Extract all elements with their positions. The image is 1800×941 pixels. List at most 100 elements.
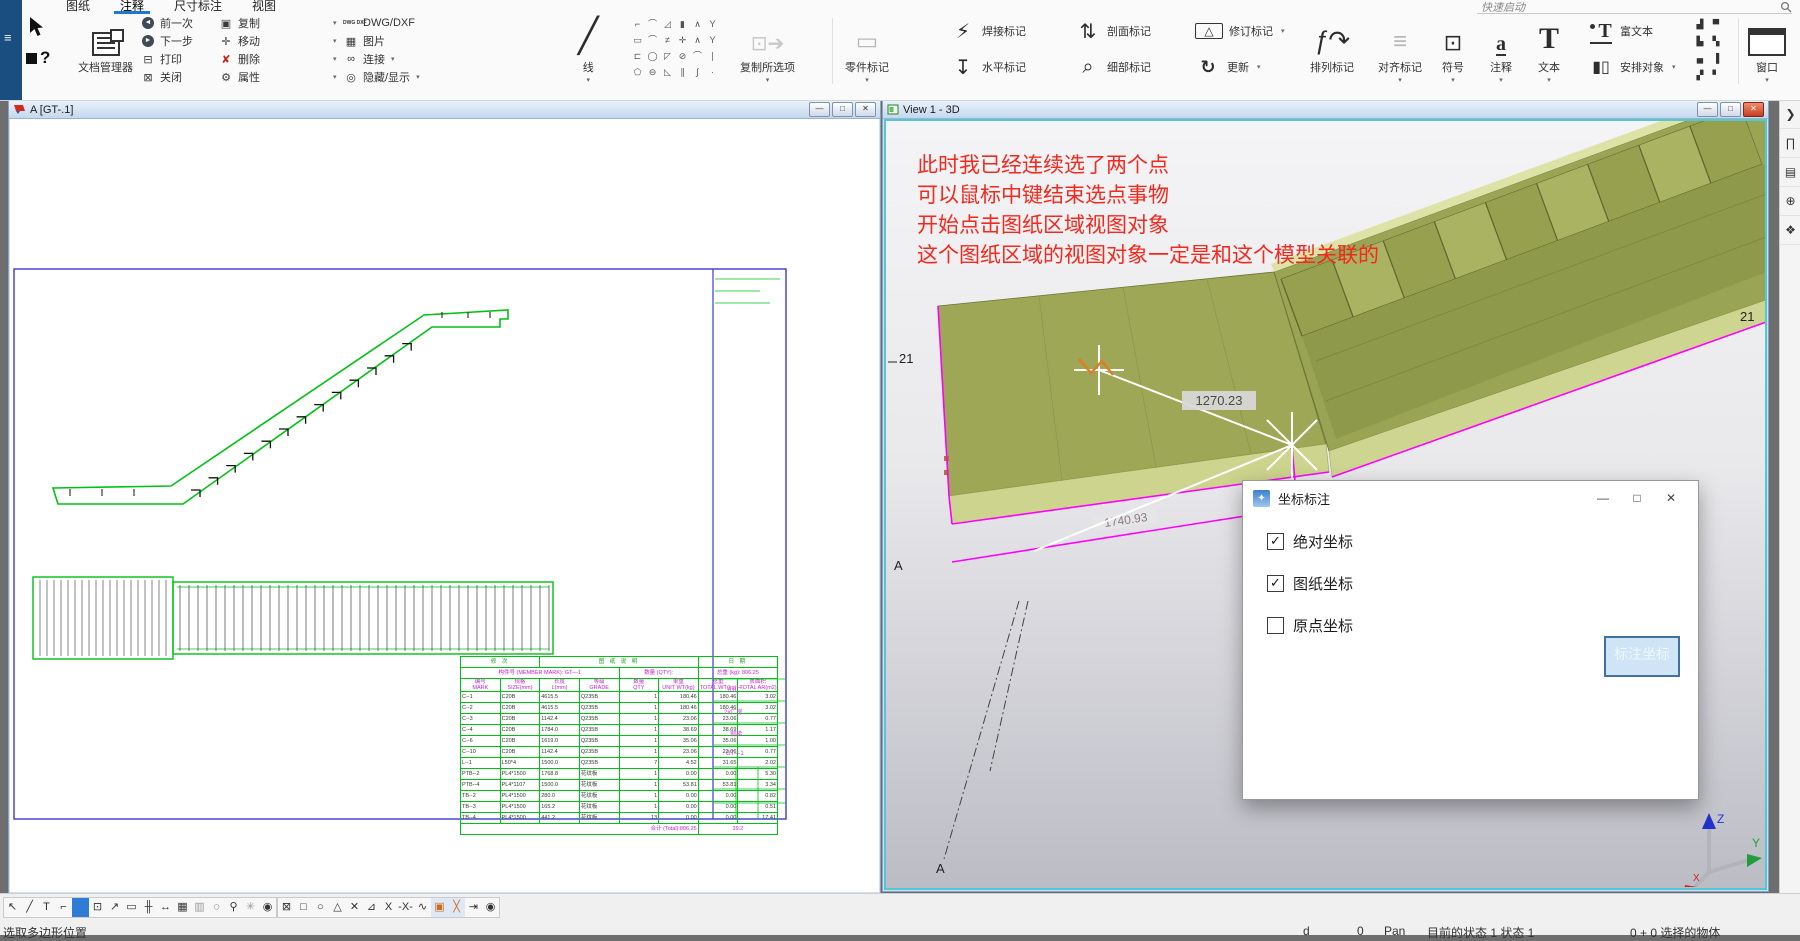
align-option-icon[interactable]: ▀ [1708,16,1724,33]
chevron-down-icon[interactable]: ▾ [1547,76,1551,84]
ribbon-item[interactable]: ✛ 移动 [218,32,260,50]
snap-toggle-button[interactable]: ○ [312,898,329,917]
side-panel-icon[interactable]: ❖ [1780,216,1800,245]
toolbar-button[interactable]: ⚲ [225,898,242,917]
checkbox-row[interactable]: ✓ 绝对坐标 [1267,531,1698,552]
toolbar-button[interactable]: ↖ [4,898,21,917]
chevron-down-icon[interactable]: ▾ [333,73,343,81]
align-option-icon[interactable]: ▘ [1708,67,1724,84]
chevron-down-icon[interactable]: ▾ [1451,76,1455,84]
chevron-down-icon[interactable]: ▾ [333,55,343,63]
sketch-tool-icon[interactable]: ⊖ [645,64,660,80]
sketch-tool-icon[interactable]: ⌒ [645,32,660,48]
checkbox-row[interactable]: ✓ 原点坐标 [1267,615,1698,636]
sketch-tool-icon[interactable]: ⌐ [630,16,645,32]
ribbon-tab[interactable]: 注释 [114,0,150,14]
toolbar-button[interactable]: ↗ [106,898,123,917]
chevron-down-icon[interactable]: ▾ [586,76,590,84]
sketch-tool-icon[interactable]: ≠ [660,32,675,48]
side-panel-icon[interactable]: ▤ [1780,158,1800,187]
dialog-maximize-button[interactable]: □ [1620,483,1654,513]
arrange-marks-button[interactable]: ƒ↷ 排列标记 [1310,14,1354,75]
symbol-button[interactable]: ⊡ 符号 ▾ [1442,14,1464,84]
sketch-tool-icon[interactable]: ∧ [690,32,705,48]
revision-mark-button[interactable]: △ 修订标记 ▾ [1195,16,1285,46]
copy-selected-button[interactable]: ⊡➔ 复制所选项 ▾ [740,14,795,84]
toolbar-button[interactable]: ⊡ [89,898,106,917]
ribbon-item[interactable]: ◄ 前一次 [140,14,193,32]
ribbon-item[interactable]: ⚙ 属性 [218,68,260,86]
toolbar-button[interactable]: ▥ [191,898,208,917]
ribbon-item[interactable]: ► 下一步 [140,32,193,50]
sketch-tool-icon[interactable]: ✛ [675,32,690,48]
snap-toggle-button[interactable]: ⇥ [465,898,482,917]
align-marks-button[interactable]: ≡ 对齐标记 ▾ [1378,14,1422,84]
minimize-button[interactable]: — [809,102,830,117]
side-panel-icon[interactable]: ∏ [1780,129,1800,158]
chevron-down-icon[interactable]: ▾ [1398,76,1402,84]
ribbon-tab[interactable]: 视图 [246,0,282,14]
view3d-titlebar[interactable]: View 1 - 3D — □ ✕ [883,101,1768,119]
snap-toggle-button[interactable]: ∿ [414,898,431,917]
drawing-canvas[interactable]: 修 次 图 纸 说 明 日 期 构件号 (MEMBER MARK): GT—1 … [10,119,879,892]
chevron-down-icon[interactable]: ▾ [333,37,343,45]
toolbar-button[interactable]: ↔ [157,898,174,917]
sketch-tool-icon[interactable]: ⌒ [645,16,660,32]
doc-manager-button[interactable]: 文档管理器 [78,14,133,75]
align-option-icon[interactable]: ▙ [1692,33,1708,50]
ribbon-tab[interactable]: 图纸 [60,0,96,14]
sketch-tool-icon[interactable]: ▮ [675,16,690,32]
toolbar-button[interactable]: ✳ [242,898,259,917]
weld-mark-button[interactable]: ⚡ 焊接标记 [950,16,1026,46]
toolbar-button[interactable]: ╫ [140,898,157,917]
ribbon-item[interactable]: ▾ ◎ 隐藏/显示 ▾ [333,68,424,86]
close-button[interactable]: ✕ [1743,102,1764,117]
cursor-arrow-icon[interactable] [26,16,48,38]
checkbox[interactable]: ✓ [1267,533,1284,550]
toolbar-button[interactable]: ◉ [259,898,276,917]
align-option-icon[interactable]: ▞ [1692,67,1708,84]
sketch-tool-icon[interactable]: ∥ [675,64,690,80]
part-mark-button[interactable]: ▭ 零件标记 ▾ [845,14,889,84]
minimize-button[interactable]: — [1697,102,1718,117]
chevron-down-icon[interactable]: ▾ [1765,76,1769,84]
section-mark-button[interactable]: ⇅ 剖面标记 [1075,16,1151,46]
toolbar-button[interactable]: ╱ [21,898,38,917]
arrange-objects-button[interactable]: ▮▯ 安排对象 ▾ [1588,52,1676,82]
annotate-coordinates-button[interactable]: 标注坐标 [1604,636,1680,677]
detail-mark-button[interactable]: ⌕ 细部标记 [1075,52,1151,82]
sketch-tool-icon[interactable]: ∫ [690,64,705,80]
sketch-tool-icon[interactable]: ∧ [690,16,705,32]
ribbon-item[interactable]: ✘ 删除 [218,50,260,68]
checkbox[interactable]: ✓ [1267,575,1284,592]
close-button[interactable]: ✕ [855,102,876,117]
chevron-down-icon[interactable]: ▾ [1672,63,1676,71]
color-swatch-icon[interactable] [26,53,37,64]
sketch-tool-icon[interactable]: ◿ [660,16,675,32]
maximize-button[interactable]: □ [1720,102,1741,117]
chevron-down-icon[interactable]: ▾ [416,73,420,81]
snap-toggle-button[interactable]: ⊠ [278,898,295,917]
update-button[interactable]: ↻ 更新 ▾ [1195,52,1285,82]
chevron-down-icon[interactable]: ▾ [1499,76,1503,84]
sketch-tool-icon[interactable]: ∣ [705,48,720,64]
sketch-tool-icon[interactable]: ⊘ [675,48,690,64]
snap-toggle-button[interactable]: △ [329,898,346,917]
snap-toggle-button[interactable]: □ [295,898,312,917]
sketch-tool-icon[interactable]: ⬠ [630,64,645,80]
snap-toggle-button[interactable]: ╳ [448,898,465,917]
toolbar-button[interactable]: ■ [72,898,89,917]
chevron-down-icon[interactable]: ▾ [1257,63,1261,71]
side-panel-icon[interactable]: ⊕ [1780,187,1800,216]
sketch-tool-icon[interactable]: ⌒ [690,48,705,64]
ribbon-item[interactable]: ▾ ∞ 连接 ▾ [333,50,424,68]
snap-toggle-button[interactable]: X [380,898,397,917]
checkbox-row[interactable]: ✓ 图纸坐标 [1267,573,1698,594]
toolbar-button[interactable]: ⌐ [55,898,72,917]
dialog-minimize-button[interactable]: — [1586,483,1620,513]
ribbon-item[interactable]: ▣ 复制 [218,14,260,32]
quick-launch[interactable]: 快速启动 [1477,0,1792,14]
sketch-tool-icon[interactable]: ◺ [660,64,675,80]
level-mark-button[interactable]: ↧ 水平标记 [950,52,1026,82]
chevron-down-icon[interactable]: ▾ [333,19,343,27]
